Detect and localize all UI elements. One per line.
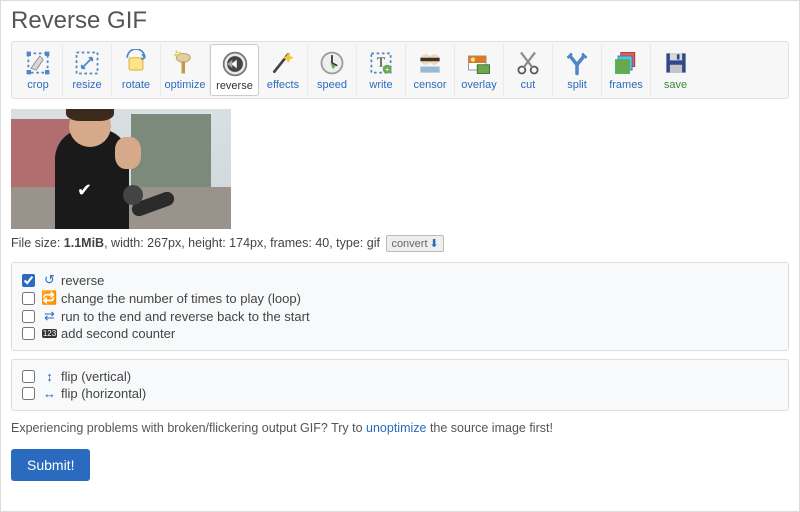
tool-label: speed [308, 79, 356, 91]
tool-overlay[interactable]: overlay [455, 44, 504, 96]
page-title: Reverse GIF [11, 7, 789, 35]
file-info: File size: 1.1MiB, width: 267px, height:… [11, 235, 789, 252]
speed-icon [308, 48, 356, 78]
tool-label: rotate [112, 79, 160, 91]
tool-resize[interactable]: resize [63, 44, 112, 96]
label-flip-h: flip (horizontal) [61, 386, 146, 401]
flip-v-mini-icon: ↕ [42, 369, 57, 384]
run-end-mini-icon: ⇄ [42, 308, 57, 324]
tool-label: write [357, 79, 405, 91]
tool-label: frames [602, 79, 650, 91]
overlay-icon [455, 48, 503, 78]
tool-label: save [651, 79, 700, 91]
options-panel-flip: ↕ flip (vertical) ↔ flip (horizontal) [11, 359, 789, 411]
resize-icon [63, 48, 111, 78]
options-panel-main: ↺ reverse 🔁 change the number of times t… [11, 262, 789, 351]
loop-mini-icon: 🔁 [42, 290, 57, 306]
rotate-icon [112, 48, 160, 78]
label-reverse: reverse [61, 273, 104, 288]
censor-icon [406, 48, 454, 78]
svg-text:+: + [385, 65, 390, 74]
tool-label: effects [259, 79, 307, 91]
tool-reverse[interactable]: reverse [210, 44, 259, 96]
reverse-icon [211, 49, 258, 79]
gif-preview: ✔ [11, 109, 231, 229]
download-icon: ⬇ [430, 238, 439, 250]
tool-optimize[interactable]: optimize [161, 44, 210, 96]
tool-label: split [553, 79, 601, 91]
unoptimize-link[interactable]: unoptimize [366, 421, 426, 435]
label-flip-v: flip (vertical) [61, 369, 131, 384]
tool-label: overlay [455, 79, 503, 91]
tool-label: cut [504, 79, 552, 91]
convert-button[interactable]: convert⬇ [386, 235, 443, 252]
effects-icon [259, 48, 307, 78]
crop-icon [14, 48, 62, 78]
tool-label: optimize [161, 79, 209, 91]
file-size: 1.1MiB [64, 236, 104, 250]
tool-label: crop [14, 79, 62, 91]
checkbox-loop[interactable] [22, 292, 35, 305]
label-counter: add second counter [61, 326, 175, 341]
tool-crop[interactable]: crop [14, 44, 63, 96]
tool-censor[interactable]: censor [406, 44, 455, 96]
submit-button[interactable]: Submit! [11, 449, 90, 481]
label-run-end: run to the end and reverse back to the s… [61, 309, 310, 324]
save-icon [651, 48, 700, 78]
write-icon: T+ [357, 48, 405, 78]
help-note: Experiencing problems with broken/flicke… [11, 421, 789, 435]
flip-h-mini-icon: ↔ [42, 386, 57, 401]
checkbox-flip-h[interactable] [22, 387, 35, 400]
checkbox-flip-v[interactable] [22, 370, 35, 383]
counter-mini-icon: 123 [42, 329, 57, 338]
tool-split[interactable]: split [553, 44, 602, 96]
reverse-mini-icon: ↺ [42, 272, 57, 288]
tool-effects[interactable]: effects [259, 44, 308, 96]
tool-speed[interactable]: speed [308, 44, 357, 96]
tool-label: censor [406, 79, 454, 91]
tool-write[interactable]: T+ write [357, 44, 406, 96]
label-loop: change the number of times to play (loop… [61, 291, 301, 306]
frames-icon [602, 48, 650, 78]
checkbox-reverse[interactable] [22, 274, 35, 287]
checkbox-run-end[interactable] [22, 310, 35, 323]
cut-icon [504, 48, 552, 78]
checkbox-counter[interactable] [22, 327, 35, 340]
tool-label: resize [63, 79, 111, 91]
tool-save[interactable]: save [651, 44, 700, 96]
split-icon [553, 48, 601, 78]
tool-cut[interactable]: cut [504, 44, 553, 96]
tool-label: reverse [211, 80, 258, 92]
toolbar: crop resize rotate optimize reverse [11, 41, 789, 99]
tool-rotate[interactable]: rotate [112, 44, 161, 96]
optimize-icon [161, 48, 209, 78]
tool-frames[interactable]: frames [602, 44, 651, 96]
